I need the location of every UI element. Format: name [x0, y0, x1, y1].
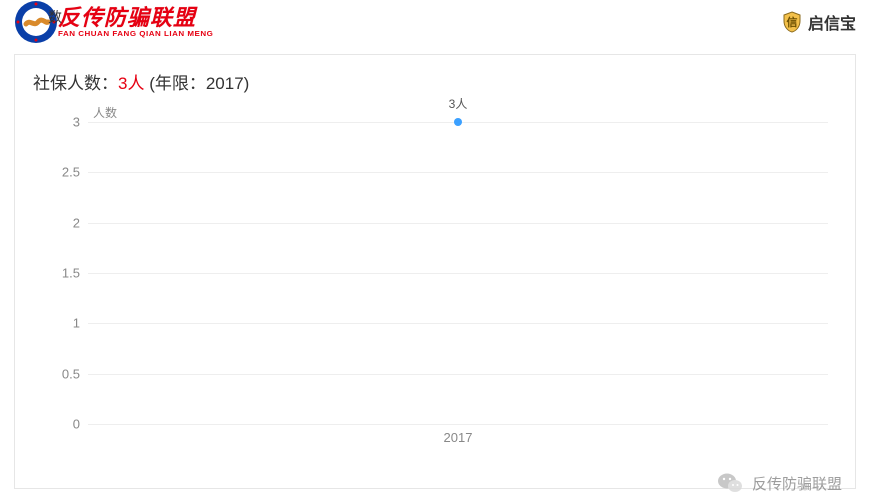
gridline	[88, 323, 828, 324]
wechat-icon	[716, 469, 744, 497]
chart-card: 社保人数：3人 (年限：2017) 人数 00.511.522.5320173人	[14, 54, 856, 489]
y-tick-label: 0	[73, 417, 80, 432]
gridline	[88, 374, 828, 375]
y-tick-label: 0.5	[62, 366, 80, 381]
y-tick-label: 1	[73, 316, 80, 331]
data-point-label: 3人	[449, 95, 468, 112]
gridline	[88, 273, 828, 274]
gridline	[88, 424, 828, 425]
gridline	[88, 223, 828, 224]
svg-text:信: 信	[786, 15, 797, 29]
card-title-suffix: (年限：2017)	[144, 74, 249, 93]
footer-text: 反传防骗联盟	[752, 473, 842, 494]
y-axis-label: 人数	[93, 104, 117, 121]
brand-subtitle: FAN CHUAN FANG QIAN LIAN MENG	[58, 30, 213, 37]
shield-icon: 信	[782, 11, 802, 33]
brand-right-text: 启信宝	[808, 10, 856, 34]
x-tick-label: 2017	[444, 430, 473, 445]
card-title: 社保人数：3人 (年限：2017)	[33, 69, 837, 94]
y-tick-label: 1.5	[62, 266, 80, 281]
y-tick-label: 3	[73, 115, 80, 130]
y-tick-label: 2	[73, 215, 80, 230]
card-title-prefix: 社保人数：	[33, 74, 118, 93]
brand-title: 反传防骗联盟	[58, 7, 213, 29]
data-point	[454, 118, 462, 126]
brand-text: 数 反传防骗联盟 FAN CHUAN FANG QIAN LIAN MENG	[58, 7, 213, 38]
card-title-value: 3人	[118, 74, 144, 93]
y-tick-label: 2.5	[62, 165, 80, 180]
brand-right: 信 启信宝	[782, 10, 856, 34]
footer-watermark: 反传防骗联盟	[716, 469, 842, 497]
gridline	[88, 172, 828, 173]
brand-overlap-char: 数	[48, 10, 62, 24]
brand-left: 数 反传防骗联盟 FAN CHUAN FANG QIAN LIAN MENG	[14, 0, 213, 44]
plot-region: 00.511.522.5320173人	[88, 122, 828, 424]
chart-area: 人数 00.511.522.5320173人	[33, 104, 837, 464]
top-header: 数 反传防骗联盟 FAN CHUAN FANG QIAN LIAN MENG 信…	[0, 0, 870, 44]
